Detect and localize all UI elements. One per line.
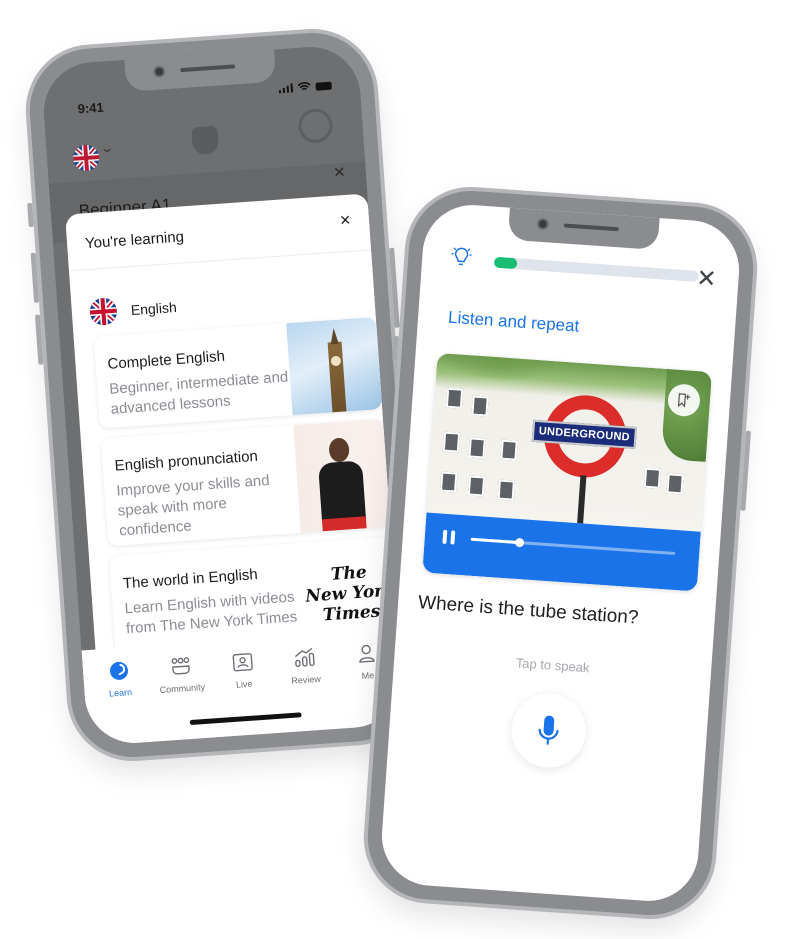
volume-down-button bbox=[34, 314, 44, 365]
tab-label: Live bbox=[235, 678, 253, 690]
course-title: The world in English bbox=[122, 566, 259, 593]
scrubber-handle[interactable] bbox=[515, 537, 525, 548]
course-description: Learn English with videos from The New Y… bbox=[124, 588, 298, 638]
notch bbox=[507, 205, 660, 250]
wifi-icon bbox=[297, 82, 311, 91]
phone-right: ✕ Listen and repeat UNDERGROUND Where is… bbox=[363, 186, 758, 920]
tab-community[interactable]: Community bbox=[150, 654, 213, 696]
uk-flag-icon bbox=[88, 297, 118, 327]
video-scrubber[interactable] bbox=[470, 537, 676, 556]
tab-learn[interactable]: Learn bbox=[88, 658, 151, 700]
chevron-down-icon[interactable]: › bbox=[98, 148, 119, 153]
screen: 9:41 › Beginner A1 ✕ You're learning ✕ E… bbox=[40, 43, 405, 747]
community-icon bbox=[171, 657, 190, 675]
tab-review[interactable]: Review bbox=[274, 645, 337, 687]
tab-label: Learn bbox=[108, 687, 133, 699]
power-button bbox=[389, 247, 400, 328]
teacher-image bbox=[293, 418, 391, 533]
live-icon bbox=[232, 653, 253, 672]
pause-icon[interactable] bbox=[442, 529, 456, 545]
tab-label: Review bbox=[290, 673, 322, 686]
played-progress bbox=[470, 537, 520, 545]
screen: ✕ Listen and repeat UNDERGROUND Where is… bbox=[378, 201, 743, 905]
phone-left: 9:41 › Beginner A1 ✕ You're learning ✕ E… bbox=[25, 28, 420, 762]
video-player[interactable]: UNDERGROUND bbox=[422, 352, 712, 592]
close-icon[interactable]: ✕ bbox=[333, 163, 347, 182]
status-icons bbox=[278, 80, 332, 94]
power-button bbox=[740, 430, 751, 511]
close-icon[interactable]: ✕ bbox=[695, 265, 717, 293]
course-card-complete-english[interactable]: Complete English Beginner, intermediate … bbox=[93, 317, 383, 429]
tab-bar: Learn Community Live Review Me bbox=[81, 628, 405, 747]
course-description: Beginner, intermediate and advanced less… bbox=[108, 368, 289, 418]
uk-flag-icon[interactable] bbox=[72, 144, 101, 172]
course-title: English pronunciation bbox=[114, 447, 259, 475]
tab-label: Community bbox=[159, 681, 206, 696]
lesson-progress-fill bbox=[493, 256, 518, 270]
microphone-icon bbox=[538, 715, 559, 745]
underground-station-image: UNDERGROUND bbox=[426, 352, 712, 532]
lightbulb-icon[interactable] bbox=[449, 246, 473, 274]
review-chart-icon bbox=[294, 647, 315, 668]
volume-up-button bbox=[30, 252, 40, 303]
shield-icon bbox=[190, 125, 219, 156]
sign-pole bbox=[577, 475, 587, 524]
status-time: 9:41 bbox=[77, 99, 105, 117]
question-text: Where is the tube station? bbox=[417, 592, 640, 629]
task-title: Listen and repeat bbox=[447, 307, 580, 336]
signal-icon bbox=[278, 83, 294, 94]
bookmark-add-icon bbox=[677, 393, 691, 408]
course-description: Improve your skills and speak with more … bbox=[115, 471, 271, 540]
language-label: English bbox=[130, 298, 178, 318]
home-indicator[interactable] bbox=[189, 712, 302, 726]
course-title: Complete English bbox=[106, 347, 226, 373]
microphone-button[interactable] bbox=[508, 691, 588, 771]
progress-ring-icon bbox=[297, 107, 334, 145]
course-card-pronunciation[interactable]: English pronunciation Improve your skill… bbox=[100, 418, 391, 547]
divider bbox=[68, 249, 372, 272]
language-row[interactable]: English bbox=[88, 293, 178, 327]
profile-icon bbox=[359, 644, 375, 663]
lesson-progress-bar bbox=[493, 256, 700, 282]
side-button bbox=[27, 202, 34, 228]
battery-icon bbox=[315, 81, 332, 91]
side-button bbox=[392, 335, 399, 361]
big-ben-image bbox=[286, 317, 383, 416]
sheet-title: You're learning bbox=[84, 228, 185, 253]
tab-live[interactable]: Live bbox=[212, 649, 275, 691]
close-icon[interactable]: ✕ bbox=[339, 212, 352, 230]
globe-icon bbox=[109, 661, 128, 680]
course-sheet: You're learning ✕ English Complete Engli… bbox=[65, 193, 405, 747]
tab-label: Me bbox=[361, 670, 375, 681]
tap-to-speak-hint: Tap to speak bbox=[515, 655, 590, 676]
